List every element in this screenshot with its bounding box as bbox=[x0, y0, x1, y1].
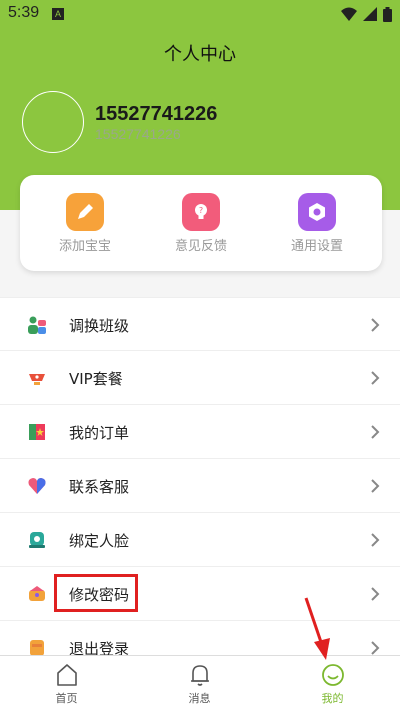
heart-chat-icon bbox=[28, 478, 46, 494]
settings-label: 通用设置 bbox=[290, 239, 343, 254]
chevron-right-icon bbox=[371, 641, 380, 655]
settings-icon bbox=[298, 193, 336, 231]
menu-list: 调换班级 VIP套餐 我的订单 联系客服 绑定人脸 修改密码 退出登录 bbox=[0, 297, 400, 675]
chevron-right-icon bbox=[371, 371, 380, 385]
quick-actions-card: 添加宝宝 ? 意见反馈 通用设置 bbox=[20, 175, 382, 271]
notification-icon: A bbox=[52, 8, 64, 20]
svg-text:?: ? bbox=[199, 206, 203, 215]
status-bar: 5:39 A bbox=[0, 0, 400, 28]
face-bind-icon bbox=[29, 532, 45, 548]
chevron-right-icon bbox=[371, 533, 380, 547]
tab-home[interactable]: 首页 bbox=[0, 656, 133, 711]
password-icon bbox=[29, 586, 45, 601]
people-icon bbox=[28, 316, 46, 334]
menu-item-bind-face[interactable]: 绑定人脸 bbox=[0, 513, 400, 567]
home-icon bbox=[57, 664, 77, 686]
menu-label: 调换班级 bbox=[69, 317, 130, 335]
avatar[interactable] bbox=[22, 91, 84, 153]
menu-item-vip[interactable]: VIP套餐 bbox=[0, 351, 400, 405]
status-time: 5:39 bbox=[8, 4, 40, 21]
smile-icon bbox=[322, 664, 344, 686]
signal-icon bbox=[363, 7, 377, 21]
menu-label: VIP套餐 bbox=[69, 370, 123, 388]
battery-icon bbox=[383, 6, 392, 22]
menu-item-orders[interactable]: 我的订单 bbox=[0, 405, 400, 459]
chevron-right-icon bbox=[371, 587, 380, 601]
menu-label: 联系客服 bbox=[69, 478, 130, 496]
bottom-tab-bar: 首页 消息 我的 bbox=[0, 655, 400, 711]
user-name: 15527741226 bbox=[95, 103, 218, 125]
page-title: 个人中心 bbox=[164, 44, 236, 65]
wifi-icon bbox=[341, 7, 357, 21]
add-baby-button[interactable]: 添加宝宝 bbox=[30, 193, 140, 254]
user-id: 15527741226 bbox=[95, 126, 181, 142]
pencil-icon bbox=[66, 193, 104, 231]
tab-label: 首页 bbox=[55, 692, 78, 705]
feedback-button[interactable]: ? 意见反馈 bbox=[146, 193, 256, 254]
chevron-right-icon bbox=[371, 318, 380, 332]
chevron-right-icon bbox=[371, 425, 380, 439]
menu-item-customer-service[interactable]: 联系客服 bbox=[0, 459, 400, 513]
lightbulb-icon: ? bbox=[182, 193, 220, 231]
add-baby-label: 添加宝宝 bbox=[58, 239, 111, 254]
tab-label: 消息 bbox=[188, 692, 211, 705]
tab-messages[interactable]: 消息 bbox=[133, 656, 266, 711]
highlight-box bbox=[54, 574, 138, 612]
settings-button[interactable]: 通用设置 bbox=[262, 193, 372, 254]
tab-mine[interactable]: 我的 bbox=[266, 656, 399, 711]
menu-label: 我的订单 bbox=[69, 424, 130, 442]
order-book-icon bbox=[29, 424, 45, 440]
bell-icon bbox=[191, 665, 209, 686]
menu-item-switch-class[interactable]: 调换班级 bbox=[0, 297, 400, 351]
menu-label: 绑定人脸 bbox=[69, 532, 130, 550]
status-indicators bbox=[341, 6, 392, 22]
feedback-label: 意见反馈 bbox=[174, 239, 227, 254]
tab-label: 我的 bbox=[321, 692, 344, 705]
chevron-right-icon bbox=[371, 479, 380, 493]
vip-crown-icon bbox=[29, 374, 45, 385]
